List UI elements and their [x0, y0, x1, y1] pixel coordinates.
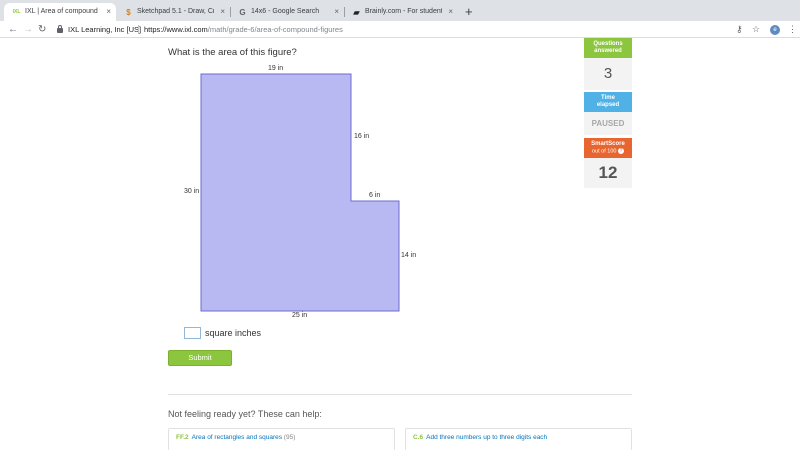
section-divider [168, 394, 632, 395]
help-section-title: Not feeling ready yet? These can help: [168, 409, 322, 419]
time-label-line-2: elapsed [596, 102, 620, 108]
figure-drawing [200, 73, 400, 312]
tab-title: 14x6 - Google Search [251, 8, 320, 15]
tab-title: Brainly.com - For students. By [365, 8, 442, 15]
browser-toolbar: ← → ↻ IXL Learning, Inc [US] https://www… [0, 21, 800, 38]
questions-label-line-1: Questions [593, 41, 623, 47]
dimension-lower-right: 14 in [401, 252, 417, 259]
dimension-left: 30 in [184, 188, 200, 195]
skill-code: C.6 [413, 434, 424, 441]
smartscore-out-of: out of 100 [592, 148, 617, 155]
answer-unit-label: square inches [205, 328, 262, 338]
key-icon[interactable]: ⚷ [736, 21, 743, 38]
close-tab-icon[interactable]: × [220, 3, 225, 21]
google-favicon-icon: G [239, 8, 246, 17]
skill-code: FF.2 [176, 434, 189, 441]
address-bar[interactable]: https://www.ixl.com/math/grade-6/area-of… [144, 21, 343, 38]
tab-sketchpad[interactable]: $ Sketchpad 5.1 - Draw, Create, × [116, 3, 230, 21]
reload-icon[interactable]: ↻ [38, 21, 46, 38]
smartscore-subtitle: out of 100 ? [584, 148, 632, 155]
close-tab-icon[interactable]: × [106, 3, 111, 21]
questions-label-line-2: answered [594, 48, 622, 54]
url-path: /math/grade-6/area-of-compound-figures [207, 25, 343, 34]
smartscore-value: 12 [584, 158, 632, 188]
time-label-line-1: Time [601, 95, 615, 101]
dimension-bottom: 25 in [292, 312, 308, 319]
tab-title: IXL | Area of compound figures [25, 8, 100, 15]
questions-answered-value: 3 [584, 58, 632, 90]
url-host: https://www.ixl.com [144, 25, 208, 34]
lock-icon[interactable] [57, 25, 63, 34]
skill-link[interactable]: Area of rectangles and squares [192, 434, 282, 441]
dimension-top: 19 in [268, 65, 284, 72]
skill-link[interactable]: Add three numbers up to three digits eac… [426, 434, 547, 441]
close-tab-icon[interactable]: × [334, 3, 339, 21]
submit-button[interactable]: Submit [168, 350, 232, 366]
tab-ixl[interactable]: IXL IXL | Area of compound figures × [4, 3, 116, 21]
tab-brainly[interactable]: ▰ Brainly.com - For students. By × [344, 3, 458, 21]
help-card-add-three-numbers[interactable]: C.6 Add three numbers up to three digits … [405, 428, 632, 450]
sketchpad-favicon-icon: $ [126, 8, 131, 17]
dimension-upper-right: 16 in [354, 133, 370, 140]
answer-input[interactable] [184, 327, 201, 339]
question-prompt: What is the area of this figure? [168, 47, 297, 58]
time-elapsed-value[interactable]: PAUSED [584, 112, 632, 135]
brainly-favicon-icon: ▰ [353, 8, 360, 17]
smartscore-header: SmartScore out of 100 ? [584, 138, 632, 158]
menu-kebab-icon[interactable]: ⋮ [788, 21, 797, 38]
back-arrow-icon[interactable]: ← [8, 21, 18, 38]
help-card-area-of-rectangles[interactable]: FF.2 Area of rectangles and squares (95) [168, 428, 395, 450]
tab-title: Sketchpad 5.1 - Draw, Create, [137, 8, 214, 15]
dimension-step: 6 in [369, 192, 381, 199]
forward-arrow-icon[interactable]: → [23, 21, 33, 38]
profile-avatar[interactable]: e [770, 25, 780, 35]
close-tab-icon[interactable]: × [448, 3, 453, 21]
site-identity[interactable]: IXL Learning, Inc [US] [68, 21, 141, 38]
new-tab-button[interactable]: + [465, 3, 473, 21]
skill-count: (95) [283, 434, 296, 441]
help-question-icon[interactable]: ? [618, 148, 624, 154]
bookmark-star-icon[interactable]: ☆ [752, 21, 760, 38]
questions-answered-header: Questions answered [584, 38, 632, 58]
ixl-favicon-icon: IXL [12, 9, 21, 15]
time-elapsed-header: Time elapsed [584, 92, 632, 112]
tab-google-search[interactable]: G 14x6 - Google Search × [230, 3, 344, 21]
browser-tab-strip: IXL IXL | Area of compound figures × $ S… [0, 0, 800, 21]
compound-figure: 19 in 16 in 6 in 14 in 30 in 25 in [175, 62, 435, 327]
address-divider [138, 25, 139, 34]
smartscore-label: SmartScore [591, 141, 625, 147]
